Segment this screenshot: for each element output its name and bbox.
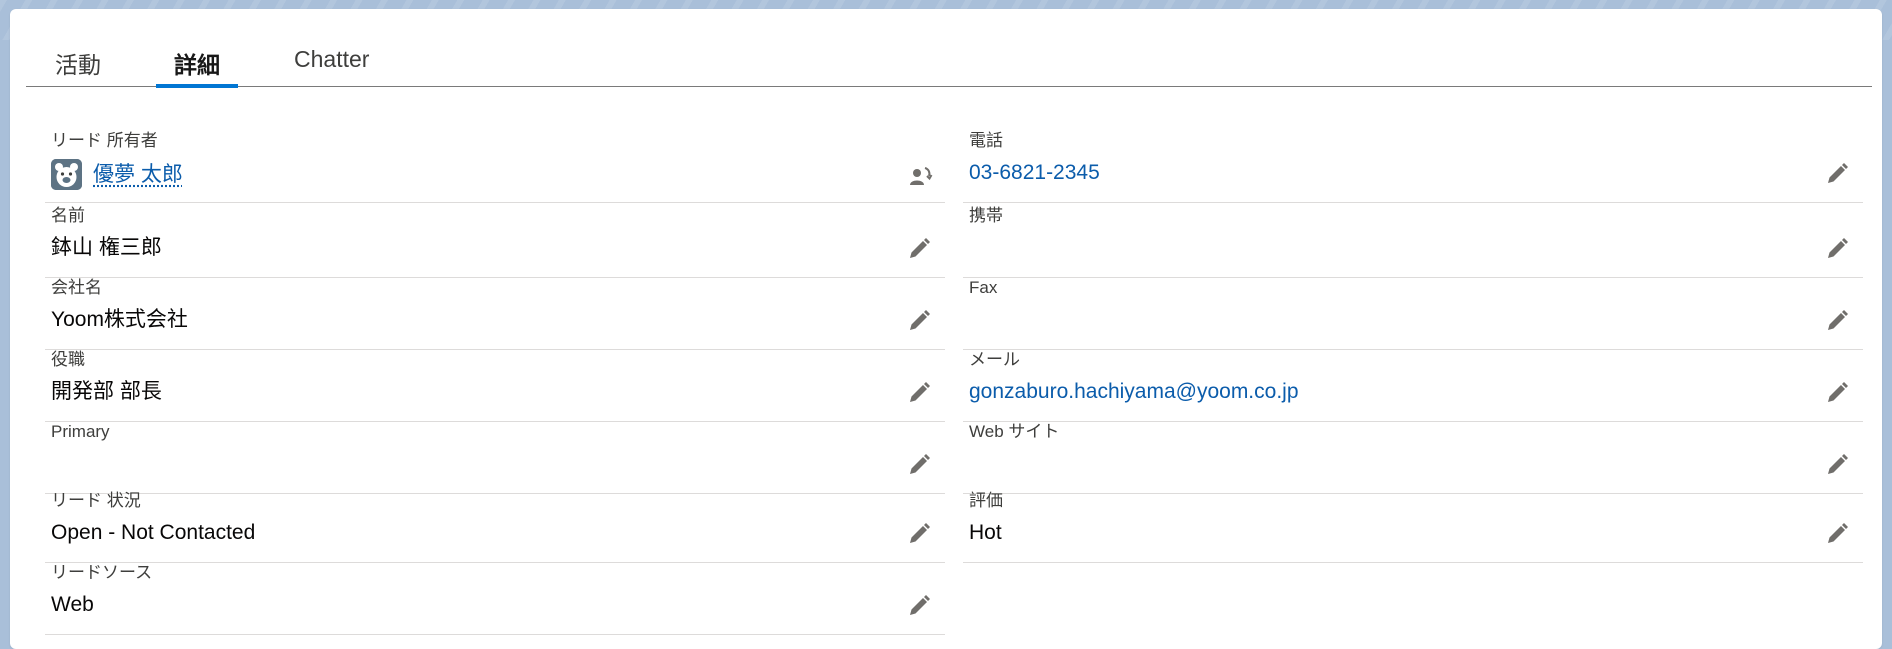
edit-company-button[interactable] — [907, 309, 931, 333]
edit-email-button[interactable] — [1825, 381, 1849, 405]
edit-website-button[interactable] — [1825, 453, 1849, 477]
email-link[interactable]: gonzaburo.hachiyama@yoom.co.jp — [969, 378, 1299, 406]
pencil-icon — [1828, 310, 1848, 330]
phone-link[interactable]: 03-6821-2345 — [969, 159, 1100, 187]
field-label: リード 所有者 — [51, 131, 158, 150]
tab-details[interactable]: 詳細 — [156, 46, 238, 88]
pencil-icon — [910, 523, 930, 543]
pencil-icon — [910, 310, 930, 330]
owner-name-text[interactable]: 優夢 太郎 — [93, 163, 183, 186]
pencil-icon — [1828, 523, 1848, 543]
pencil-icon — [910, 238, 930, 258]
field-label: メール — [969, 350, 1020, 369]
field-label: Web サイト — [969, 422, 1060, 441]
field-label: リードソース — [51, 563, 153, 582]
bear-avatar-icon — [51, 159, 82, 190]
field-label: 役職 — [51, 350, 85, 369]
field-mobile: 携帯 — [963, 205, 1863, 278]
pencil-icon — [910, 454, 930, 474]
field-value: Yoom株式会社 — [51, 308, 188, 331]
field-label: Fax — [969, 278, 998, 297]
edit-title-button[interactable] — [907, 381, 931, 405]
edit-lead-source-button[interactable] — [907, 594, 931, 618]
field-label: 電話 — [969, 131, 1003, 150]
edit-primary-button[interactable] — [907, 453, 931, 477]
edit-fax-button[interactable] — [1825, 309, 1849, 333]
field-label: 評価 — [969, 491, 1003, 510]
pencil-icon — [1828, 382, 1848, 402]
field-label: 携帯 — [969, 206, 1003, 225]
tab-activity[interactable]: 活動 — [55, 46, 101, 86]
field-value: Hot — [969, 521, 1002, 544]
field-label: リード 状況 — [51, 491, 141, 510]
field-name: 名前 鉢山 権三郎 — [45, 205, 945, 278]
field-value: Open - Not Contacted — [51, 521, 256, 544]
change-owner-icon — [910, 167, 933, 185]
field-value: Web — [51, 593, 94, 616]
edit-name-button[interactable] — [907, 237, 931, 261]
edit-phone-button[interactable] — [1825, 162, 1849, 186]
field-email: メール gonzaburo.hachiyama@yoom.co.jp — [963, 349, 1863, 422]
pencil-icon — [910, 595, 930, 615]
change-owner-button[interactable] — [907, 164, 933, 188]
pencil-icon — [1828, 163, 1848, 183]
tab-chatter[interactable]: Chatter — [294, 46, 369, 86]
pencil-icon — [1828, 238, 1848, 258]
field-fax: Fax — [963, 277, 1863, 350]
field-company: 会社名 Yoom株式会社 — [45, 277, 945, 350]
lead-owner-link[interactable]: 優夢 太郎 — [93, 161, 183, 189]
field-lead-owner: リード 所有者 優夢 太郎 — [45, 130, 945, 203]
edit-rating-button[interactable] — [1825, 522, 1849, 546]
field-lead-source: リードソース Web — [45, 562, 945, 635]
field-phone: 電話 03-6821-2345 — [963, 130, 1863, 203]
pencil-icon — [910, 382, 930, 402]
field-value: 鉢山 権三郎 — [51, 236, 162, 259]
field-lead-status: リード 状況 Open - Not Contacted — [45, 490, 945, 563]
record-detail-card: 活動 詳細 Chatter リード 所有者 優夢 太郎 名前 鉢山 権三郎 会社… — [10, 9, 1882, 649]
field-title: 役職 開発部 部長 — [45, 349, 945, 422]
record-tabs: 活動 詳細 Chatter — [26, 9, 1872, 88]
field-label: 名前 — [51, 206, 85, 225]
pencil-icon — [1828, 454, 1848, 474]
field-website: Web サイト — [963, 421, 1863, 494]
edit-lead-status-button[interactable] — [907, 522, 931, 546]
field-value: 開発部 部長 — [51, 380, 162, 403]
edit-mobile-button[interactable] — [1825, 237, 1849, 261]
field-label: Primary — [51, 422, 110, 441]
field-label: 会社名 — [51, 278, 102, 297]
field-primary: Primary — [45, 421, 945, 494]
field-rating: 評価 Hot — [963, 490, 1863, 563]
